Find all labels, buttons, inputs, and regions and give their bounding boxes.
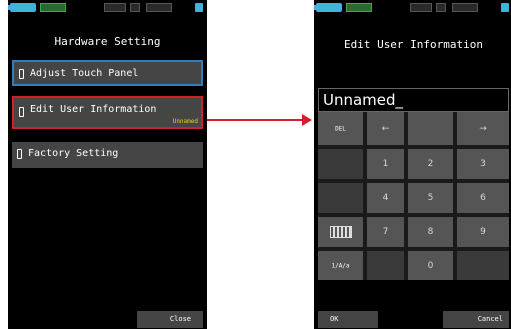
- status-bar: [314, 0, 511, 14]
- cursor-right-key[interactable]: →: [457, 112, 509, 145]
- screen-title: Hardware Setting: [54, 35, 161, 48]
- menu-item-icon: [19, 107, 24, 117]
- status-indicator-icon: [146, 3, 172, 12]
- arrow-head-icon: [302, 114, 312, 126]
- screen-title: Edit User Information: [343, 38, 484, 51]
- mode-indicator-icon: [346, 3, 372, 12]
- key-4[interactable]: 4: [367, 183, 404, 213]
- keyboard-key[interactable]: [318, 217, 363, 247]
- edit-user-information-screen: Edit User Information Unnamed_ DEL ← → 1…: [314, 0, 511, 329]
- key-9[interactable]: 9: [457, 217, 509, 247]
- hardware-setting-screen: Hardware Setting Adjust Touch Panel Edit…: [8, 0, 207, 329]
- blank-key: [457, 251, 509, 280]
- delete-key[interactable]: DEL: [318, 112, 363, 145]
- menu-item-label: Adjust Touch Panel: [30, 68, 139, 79]
- key-1[interactable]: 1: [367, 149, 404, 179]
- status-indicator-icon: [436, 3, 446, 12]
- ok-button[interactable]: OK: [318, 311, 378, 328]
- name-entry-field[interactable]: Unnamed_: [318, 88, 509, 112]
- key-2[interactable]: 2: [408, 149, 453, 179]
- cancel-button[interactable]: Cancel: [443, 311, 509, 328]
- key-7[interactable]: 7: [367, 217, 404, 247]
- key-0[interactable]: 0: [408, 251, 453, 280]
- menu-item-icon: [17, 149, 22, 159]
- menu-item-adjust-touch-panel[interactable]: Adjust Touch Panel: [12, 60, 203, 86]
- close-button[interactable]: Close: [137, 311, 203, 328]
- blank-key: [367, 251, 404, 280]
- key-3[interactable]: 3: [457, 149, 509, 179]
- key-6[interactable]: 6: [457, 183, 509, 213]
- input-mode-key[interactable]: 1/A/a: [318, 251, 363, 280]
- status-indicator-icon: [130, 3, 140, 12]
- status-indicator-icon: [410, 3, 432, 12]
- menu-item-label: Factory Setting: [28, 148, 119, 159]
- key-8[interactable]: 8: [408, 217, 453, 247]
- name-entry-value: Unnamed_: [323, 91, 404, 109]
- blank-key: [408, 112, 453, 145]
- cursor-left-key[interactable]: ←: [367, 112, 404, 145]
- blank-key: [318, 183, 363, 213]
- key-5[interactable]: 5: [408, 183, 453, 213]
- menu-item-factory-setting[interactable]: Factory Setting: [12, 142, 203, 168]
- menu-item-value: Unnamed: [172, 118, 198, 125]
- menu-item-edit-user-information[interactable]: Edit User Information Unnamed: [12, 96, 203, 129]
- battery-icon: [314, 3, 342, 12]
- keypad: DEL ← → 1 2 3 4 5 6 7 8 9 1/A/a 0: [318, 112, 509, 280]
- menu-item-label: Edit User Information: [30, 104, 157, 115]
- blank-key: [318, 149, 363, 179]
- status-indicator-icon: [452, 3, 478, 12]
- status-bar: [8, 0, 207, 14]
- lock-icon: [501, 3, 509, 12]
- mode-indicator-icon: [40, 3, 66, 12]
- arrow-right-icon: [207, 119, 304, 121]
- status-indicator-icon: [104, 3, 126, 12]
- battery-icon: [8, 3, 36, 12]
- lock-icon: [195, 3, 203, 12]
- keyboard-icon: [329, 226, 352, 238]
- menu-item-icon: [19, 69, 24, 79]
